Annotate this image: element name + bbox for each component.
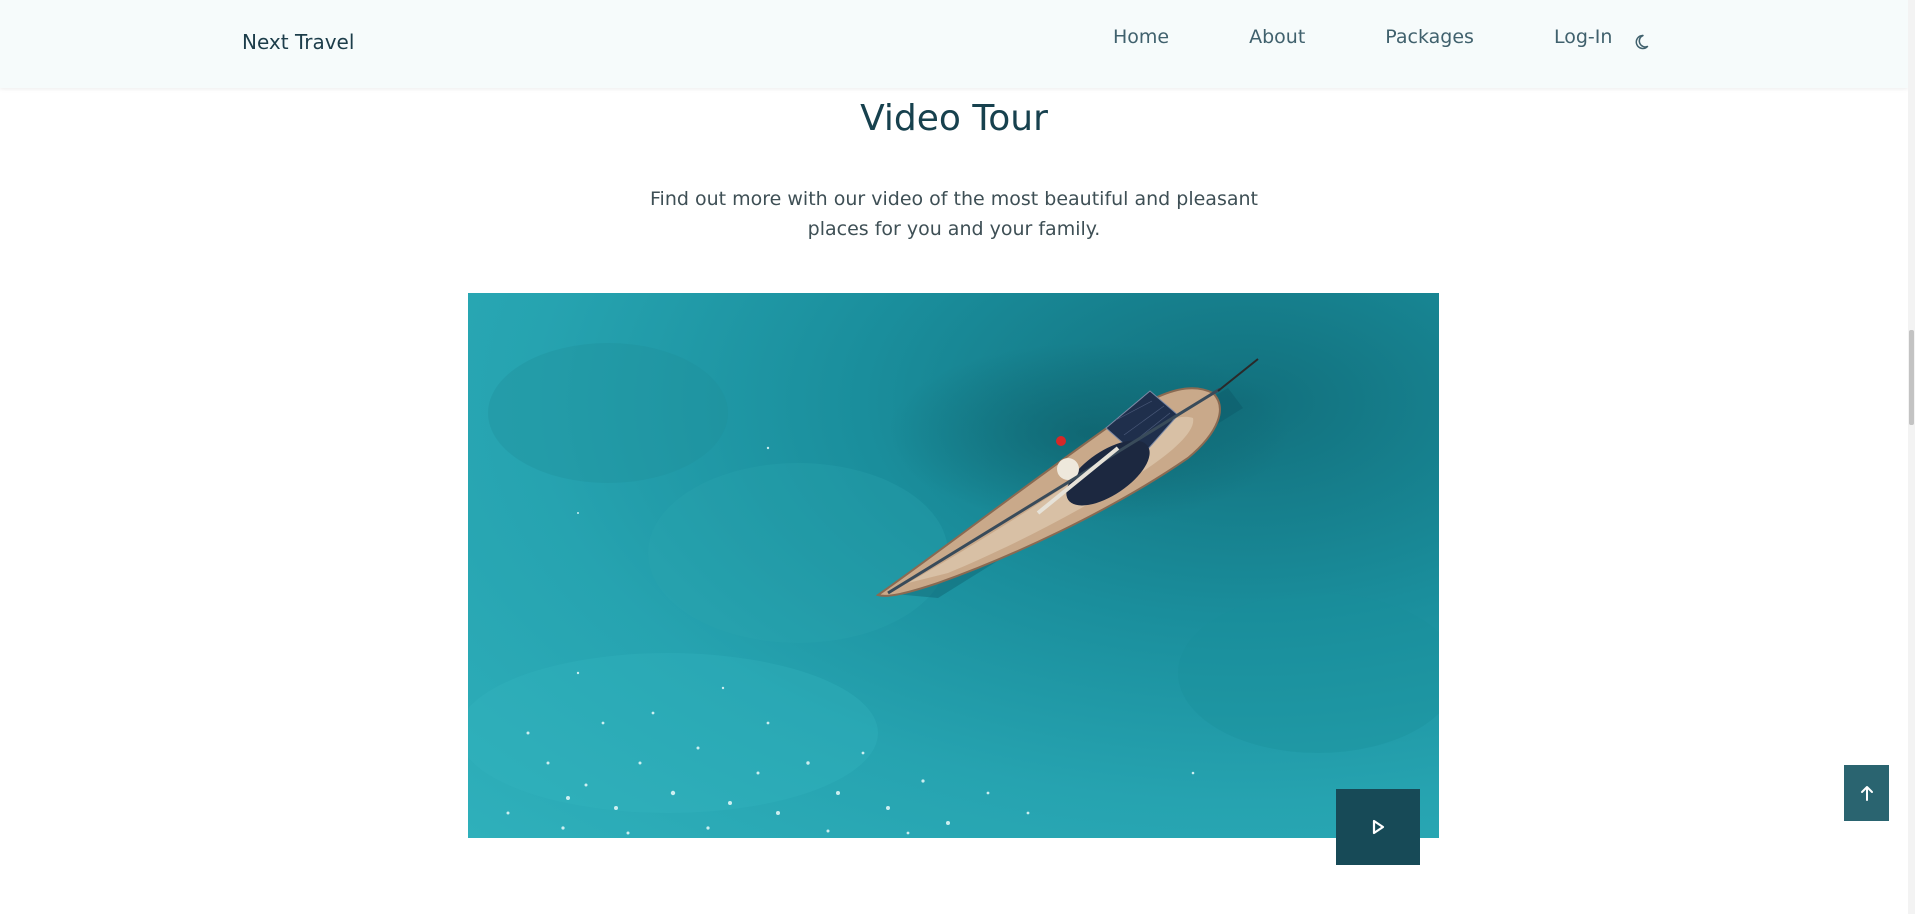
play-icon (1372, 819, 1385, 835)
arrow-up-icon (1860, 786, 1873, 801)
play-button[interactable] (1336, 789, 1420, 865)
nav-packages[interactable]: Packages (1385, 26, 1474, 48)
site-header: Next Travel Home About Packages Log-In (0, 0, 1908, 88)
sailboat-image (468, 343, 1439, 835)
nav-home[interactable]: Home (1113, 26, 1169, 48)
scrollbar-thumb[interactable] (1909, 330, 1914, 425)
main-nav: Home About Packages Log-In (1113, 22, 1654, 52)
nav-login[interactable]: Log-In (1554, 26, 1612, 48)
nav-about[interactable]: About (1249, 26, 1305, 48)
video-player[interactable] (468, 293, 1439, 838)
scrollbar-track[interactable] (1908, 0, 1915, 914)
logo[interactable]: Next Travel (242, 30, 354, 54)
scroll-to-top-button[interactable] (1844, 765, 1889, 821)
section-description: Find out more with our video of the most… (650, 188, 1258, 240)
section-title: Video Tour (860, 98, 1048, 139)
moon-icon[interactable] (1634, 32, 1654, 52)
